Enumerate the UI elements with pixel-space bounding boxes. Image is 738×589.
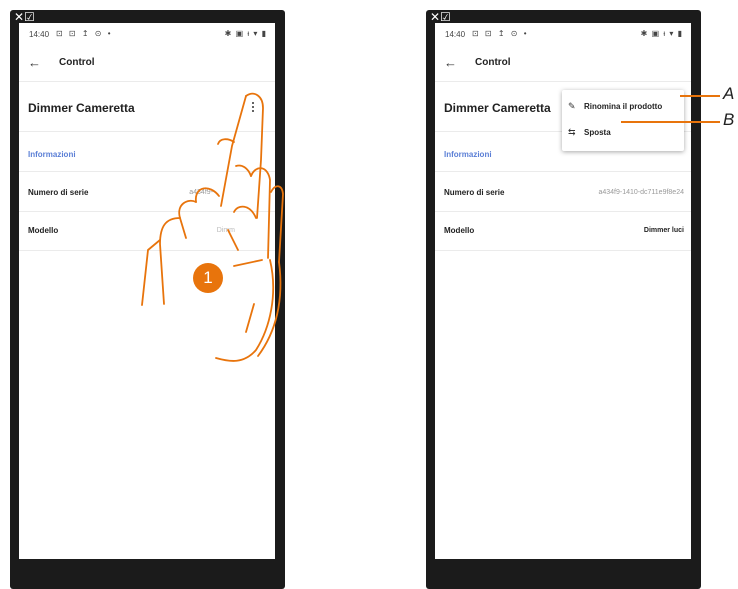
app-bar: ← Control <box>435 53 691 75</box>
divider <box>435 171 691 172</box>
serial-value: a434f9-1410-dc711e9f8e24 <box>598 189 684 196</box>
back-arrow-icon[interactable]: ← <box>444 55 457 70</box>
section-info: Informazioni <box>444 150 492 159</box>
model-value: Dimmer luci <box>643 227 684 234</box>
move-arrows-icon: ⇆ <box>568 127 576 137</box>
divider <box>435 250 691 251</box>
menu-item-rename[interactable]: ✎ Rinomina il prodotto <box>562 94 684 120</box>
screen-right: 14:40 ⊡ ⊡ ↥ ⊙ • ✱ ▣ ᵻ ▾ ▮ ← Control Dimm… <box>435 23 691 559</box>
app-bar-title: Control <box>475 57 511 68</box>
serial-label: Numero di serie <box>444 188 505 197</box>
menu-item-label: Sposta <box>584 128 611 137</box>
menu-item-label: Rinomina il prodotto <box>584 102 663 111</box>
model-label: Modello <box>28 226 59 235</box>
callout-line-b <box>621 121 720 123</box>
phone-left: ✕☑ 14:40 ⊡ ⊡ ↥ ⊙ • ✱ ▣ ᵻ ▾ ▮ ← Control D… <box>10 10 285 589</box>
divider <box>435 211 691 212</box>
status-system-icons: ✱ ▣ ᵻ ▾ ▮ <box>224 29 267 38</box>
corner-glyph: ✕☑ <box>430 10 451 24</box>
status-time: 14:40 <box>29 30 50 39</box>
callout-line-a <box>680 95 720 97</box>
app-bar: ← Control <box>19 53 275 75</box>
back-arrow-icon[interactable]: ← <box>28 55 41 70</box>
menu-item-move[interactable]: ⇆ Sposta <box>562 120 684 146</box>
app-bar-title: Control <box>59 57 95 68</box>
model-label: Modello <box>444 226 475 235</box>
phone-right: ✕☑ 14:40 ⊡ ⊡ ↥ ⊙ • ✱ ▣ ᵻ ▾ ▮ ← Control D… <box>426 10 701 589</box>
product-name: Dimmer Cameretta <box>28 101 135 115</box>
corner-glyph: ✕☑ <box>14 10 35 24</box>
status-icons: ⊡ ⊡ ↥ ⊙ • <box>472 29 529 38</box>
section-info: Informazioni <box>28 150 76 159</box>
callout-a: A <box>723 84 735 103</box>
status-icons: ⊡ ⊡ ↥ ⊙ • <box>56 29 113 38</box>
product-name: Dimmer Cameretta <box>444 101 551 115</box>
pencil-icon: ✎ <box>568 101 576 111</box>
status-bar: 14:40 ⊡ ⊡ ↥ ⊙ • ✱ ▣ ᵻ ▾ ▮ <box>435 23 691 45</box>
callout-b: B <box>723 110 735 129</box>
divider <box>435 81 691 82</box>
status-time: 14:40 <box>445 30 466 39</box>
pointing-hand-icon <box>141 92 284 362</box>
status-bar: 14:40 ⊡ ⊡ ↥ ⊙ • ✱ ▣ ᵻ ▾ ▮ <box>19 23 275 45</box>
step-1-badge: 1 <box>193 263 223 293</box>
status-system-icons: ✱ ▣ ᵻ ▾ ▮ <box>640 29 683 38</box>
serial-label: Numero di serie <box>28 188 89 197</box>
